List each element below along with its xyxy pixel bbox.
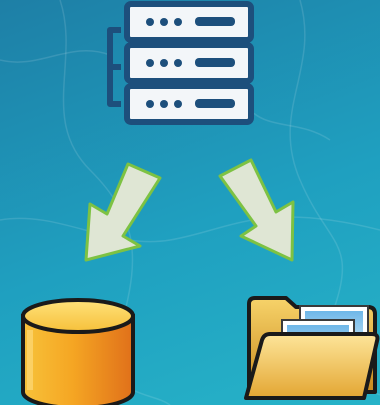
server-rack-icon [107,1,254,125]
image-folder-icon [244,296,380,400]
database-cylinder-icon [21,298,135,405]
server-unit [124,83,254,125]
diagram-svg [0,0,380,405]
diagram-canvas [0,0,380,405]
arrow-to-folder [218,158,295,262]
server-unit [124,1,254,43]
server-unit [124,42,254,84]
